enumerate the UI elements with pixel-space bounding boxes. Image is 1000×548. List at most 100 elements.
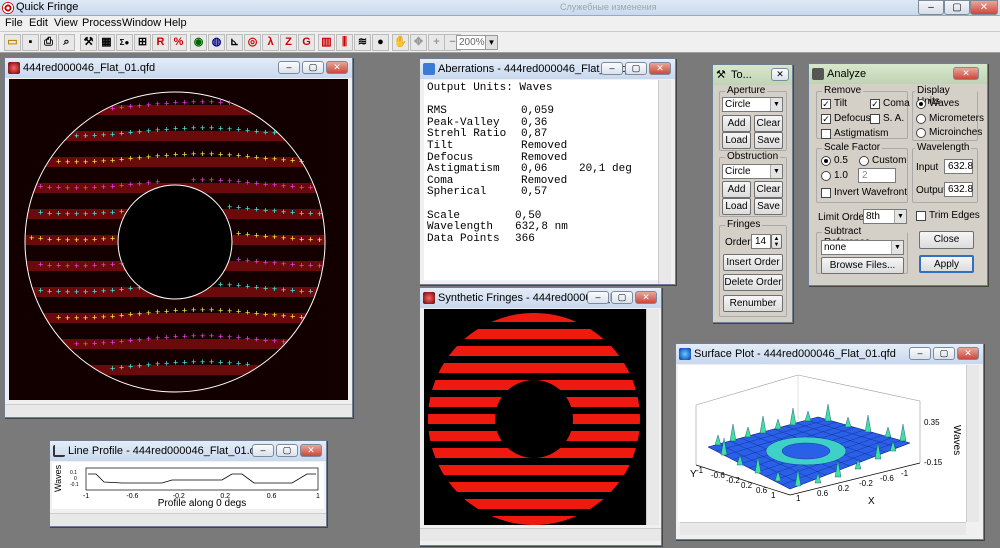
globe-icon[interactable]: ◉ xyxy=(190,34,207,51)
aperture-shape-select[interactable]: Circle ▼ xyxy=(722,97,783,112)
maximize-icon[interactable]: ▢ xyxy=(944,0,970,15)
scale-10-radio[interactable]: 1.0 xyxy=(821,170,848,182)
horizontal-scrollbar[interactable] xyxy=(680,522,966,535)
save-icon[interactable]: ▪ xyxy=(22,34,39,51)
obstruction-add-button[interactable]: Add xyxy=(722,181,751,198)
aperture-save-button[interactable]: Save xyxy=(754,132,783,149)
close-icon[interactable]: ✕ xyxy=(300,444,322,457)
obstruction-shape-select[interactable]: Circle ▼ xyxy=(722,164,783,179)
close-icon[interactable]: ✕ xyxy=(970,0,998,15)
scale-custom-radio[interactable]: Custom xyxy=(859,155,906,167)
scale-05-radio[interactable]: 0.5 xyxy=(821,155,848,167)
maximize-icon[interactable]: ▢ xyxy=(276,444,298,457)
minimize-icon[interactable]: – xyxy=(587,291,609,304)
menu-window[interactable]: Window xyxy=(122,17,161,29)
open-icon[interactable]: ▭ xyxy=(4,34,21,51)
trim-edges-checkbox[interactable]: Trim Edges xyxy=(916,210,980,222)
pan-icon[interactable]: ✥ xyxy=(410,34,427,51)
aperture-load-button[interactable]: Load xyxy=(722,132,751,149)
zoom-in-icon[interactable]: + xyxy=(428,34,445,51)
sa-checkbox[interactable]: S. A. xyxy=(870,113,904,125)
invert-wavefront-checkbox[interactable]: Invert Wavefront xyxy=(821,187,907,199)
surface-icon[interactable]: ◍ xyxy=(208,34,225,51)
coma-checkbox[interactable]: ✓ Coma xyxy=(870,98,910,110)
tilt-checkbox[interactable]: ✓ Tilt xyxy=(821,98,847,110)
maximize-icon[interactable]: ▢ xyxy=(933,347,955,360)
minimize-icon[interactable]: – xyxy=(601,62,623,75)
close-icon[interactable]: ✕ xyxy=(771,68,789,81)
hand-icon[interactable]: ✋ xyxy=(392,34,409,51)
minimize-icon[interactable]: – xyxy=(909,347,931,360)
apply-button[interactable]: Apply xyxy=(919,255,974,273)
close-icon[interactable]: ✕ xyxy=(649,62,671,75)
waves-icon[interactable]: ≋ xyxy=(354,34,371,51)
g-icon[interactable]: G xyxy=(298,34,315,51)
line-profile-icon[interactable]: ⊾ xyxy=(226,34,243,51)
bars-icon[interactable]: ⫼ xyxy=(336,34,353,51)
close-icon[interactable]: ✕ xyxy=(326,61,348,74)
units-waves-radio[interactable]: Waves xyxy=(916,98,959,110)
aperture-clear-button[interactable]: Clear xyxy=(754,115,783,132)
obstruction-load-button[interactable]: Load xyxy=(722,198,751,215)
lambda-icon[interactable]: λ xyxy=(262,34,279,51)
menu-file[interactable]: File xyxy=(5,17,23,29)
minimize-icon[interactable]: – xyxy=(252,444,274,457)
obstruction-clear-button[interactable]: Clear xyxy=(754,181,783,198)
minimize-icon[interactable]: – xyxy=(918,0,944,15)
target-icon[interactable]: ◎ xyxy=(244,34,261,51)
vertical-scrollbar[interactable] xyxy=(646,309,659,525)
input-wavelength-field[interactable]: 632.8 xyxy=(944,159,973,174)
browse-files-button[interactable]: Browse Files... xyxy=(821,257,904,274)
maximize-icon[interactable]: ▢ xyxy=(611,291,633,304)
print-preview-icon[interactable]: ⌕ xyxy=(58,34,75,51)
horizontal-scrollbar[interactable] xyxy=(420,528,661,541)
vertical-scrollbar[interactable] xyxy=(966,365,979,522)
percent-icon[interactable]: % xyxy=(170,34,187,51)
print-icon[interactable]: ⎙ xyxy=(40,34,57,51)
limit-order-select[interactable]: 8th ▼ xyxy=(863,209,907,224)
horizontal-scrollbar[interactable] xyxy=(5,404,352,417)
reference-select[interactable]: none ▼ xyxy=(821,240,904,255)
svg-text:+: + xyxy=(236,307,241,317)
menu-help[interactable]: Help xyxy=(164,17,187,29)
xtick: 0.6 xyxy=(267,493,277,500)
custom-scale-field[interactable]: 2 xyxy=(858,168,896,183)
tools-icon[interactable]: ⚒ xyxy=(80,34,97,51)
order-field[interactable]: 14 xyxy=(751,234,771,249)
astigmatism-checkbox[interactable]: Astigmatism xyxy=(821,128,888,140)
vertical-scrollbar[interactable] xyxy=(658,80,671,284)
output-wavelength-field[interactable]: 632.8 xyxy=(944,182,973,197)
close-icon[interactable]: ✕ xyxy=(953,67,979,80)
units-micrometers-radio[interactable]: Micrometers xyxy=(916,113,984,125)
menu-view[interactable]: View xyxy=(54,17,78,29)
insert-order-button[interactable]: Insert Order xyxy=(723,254,783,271)
aperture-add-button[interactable]: Add xyxy=(722,115,751,132)
minimize-icon[interactable]: – xyxy=(278,61,300,74)
units-microinches-radio[interactable]: Microinches xyxy=(916,127,982,139)
zernike-icon[interactable]: Z xyxy=(280,34,297,51)
maximize-icon[interactable]: ▢ xyxy=(625,62,647,75)
interferogram-canvas[interactable]: + + + + + + + + + + + + + + + + + + + + + + + + + + + + + + + + + + + + + + + +… xyxy=(9,79,348,400)
order-spinner[interactable]: ▲ ▼ xyxy=(771,234,782,249)
obstruction-save-button[interactable]: Save xyxy=(754,198,783,215)
grid-icon[interactable]: ⊞ xyxy=(134,34,151,51)
defocus-checkbox[interactable]: ✓ Defocus xyxy=(821,113,871,125)
close-button[interactable]: Close xyxy=(919,231,974,249)
sigma-icon[interactable]: Σ● xyxy=(116,34,133,51)
chevron-down-icon[interactable]: ▼ xyxy=(485,36,497,49)
horizontal-scrollbar[interactable] xyxy=(50,513,326,526)
close-icon[interactable]: ✕ xyxy=(957,347,979,360)
r-icon[interactable]: R xyxy=(152,34,169,51)
close-icon[interactable]: ✕ xyxy=(635,291,657,304)
renumber-button[interactable]: Renumber xyxy=(723,295,783,312)
ball-icon[interactable]: ● xyxy=(372,34,389,51)
chart-icon[interactable]: ▥ xyxy=(318,34,335,51)
fringe-icon xyxy=(423,292,435,304)
menu-process[interactable]: Process xyxy=(82,17,122,29)
maximize-icon[interactable]: ▢ xyxy=(302,61,324,74)
menu-edit[interactable]: Edit xyxy=(29,17,48,29)
svg-text:+: + xyxy=(110,129,115,139)
svg-text:+: + xyxy=(164,98,169,108)
calculator-icon[interactable]: ▦ xyxy=(98,34,115,51)
delete-order-button[interactable]: Delete Order xyxy=(723,274,783,291)
